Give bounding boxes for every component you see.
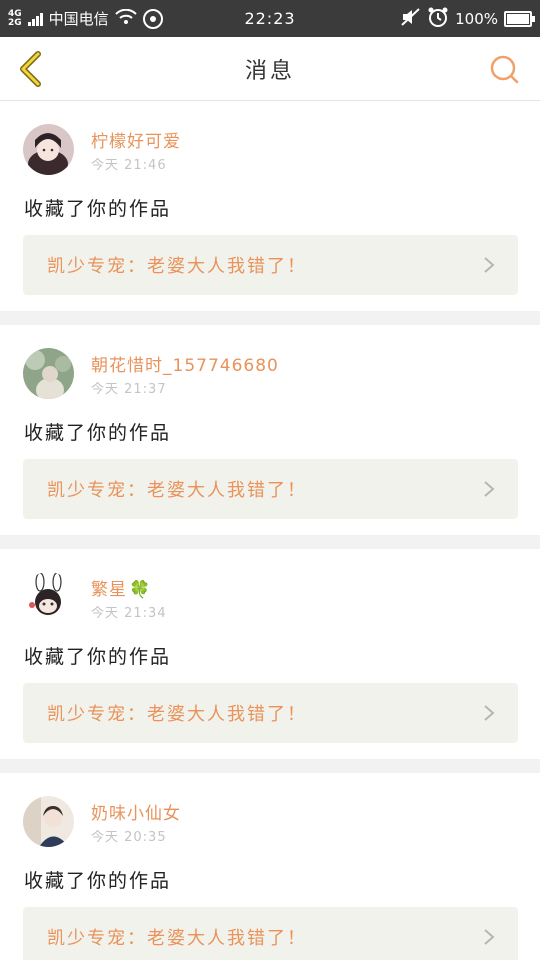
action-text: 收藏了你的作品 [24,870,172,892]
work-link[interactable]: 凯少专宠：老婆大人我错了！ [23,683,518,743]
username[interactable]: 奶味小仙女 [91,799,181,824]
username-text: 繁星 [91,580,127,600]
message-card: 柠檬好可爱 今天 21:46 收藏了你的作品 凯少专宠：老婆大人我错了！ [0,101,540,311]
action-text: 收藏了你的作品 [24,646,172,668]
work-link[interactable]: 凯少专宠：老婆大人我错了！ [23,459,518,519]
chevron-left-icon [20,51,41,87]
back-button[interactable] [14,51,50,87]
message-list: 柠檬好可爱 今天 21:46 收藏了你的作品 凯少专宠：老婆大人我错了！ 朝花惜… [0,101,540,960]
search-button[interactable] [488,53,520,85]
battery-percent: 100% [455,9,498,28]
work-title: 凯少专宠：老婆大人我错了！ [47,256,307,277]
avatar[interactable] [23,572,74,623]
chevron-right-icon [484,929,495,945]
message-card: 朝花惜时_157746680 今天 21:37 收藏了你的作品 凯少专宠：老婆大… [0,325,540,535]
username[interactable]: 柠檬好可爱 [91,127,181,152]
work-link[interactable]: 凯少专宠：老婆大人我错了！ [23,235,518,295]
battery-icon [504,10,535,27]
alarm-icon [427,6,449,32]
action-text: 收藏了你的作品 [24,198,172,220]
avatar[interactable] [23,124,74,175]
timestamp: 今天 21:46 [91,158,167,173]
action-text: 收藏了你的作品 [24,422,172,444]
work-title: 凯少专宠：老婆大人我错了！ [47,928,307,949]
timestamp: 今天 21:37 [91,382,167,397]
signal-icon [27,12,43,26]
avatar[interactable] [23,348,74,399]
mute-icon [401,7,421,30]
disc-icon [142,8,163,29]
network-2g-label: 2G [8,17,22,28]
status-bar: 4G 2G 中国电信 22:23 100% [0,0,540,37]
clover-icon: 🍀 [129,580,152,600]
username[interactable]: 朝花惜时_157746680 [91,351,279,376]
carrier-name: 中国电信 [48,10,109,28]
header: 消息 [0,37,540,101]
work-title: 凯少专宠：老婆大人我错了！ [47,480,307,501]
chevron-right-icon [484,481,495,497]
timestamp: 今天 21:34 [91,606,167,621]
network-type: 4G 2G [8,9,22,28]
page-title: 消息 [244,58,295,84]
chevron-right-icon [484,257,495,273]
message-card: 繁星 🍀 今天 21:34 收藏了你的作品 凯少专宠：老婆大人我错了！ [0,549,540,759]
chevron-right-icon [484,705,495,721]
message-card: 奶味小仙女 今天 20:35 收藏了你的作品 凯少专宠：老婆大人我错了！ [0,773,540,960]
timestamp: 今天 20:35 [91,830,167,845]
username[interactable]: 繁星 🍀 [91,575,151,600]
work-title: 凯少专宠：老婆大人我错了！ [47,704,307,725]
wifi-icon [114,8,137,29]
avatar[interactable] [23,796,74,847]
search-icon [490,55,519,84]
work-link[interactable]: 凯少专宠：老婆大人我错了！ [23,907,518,960]
